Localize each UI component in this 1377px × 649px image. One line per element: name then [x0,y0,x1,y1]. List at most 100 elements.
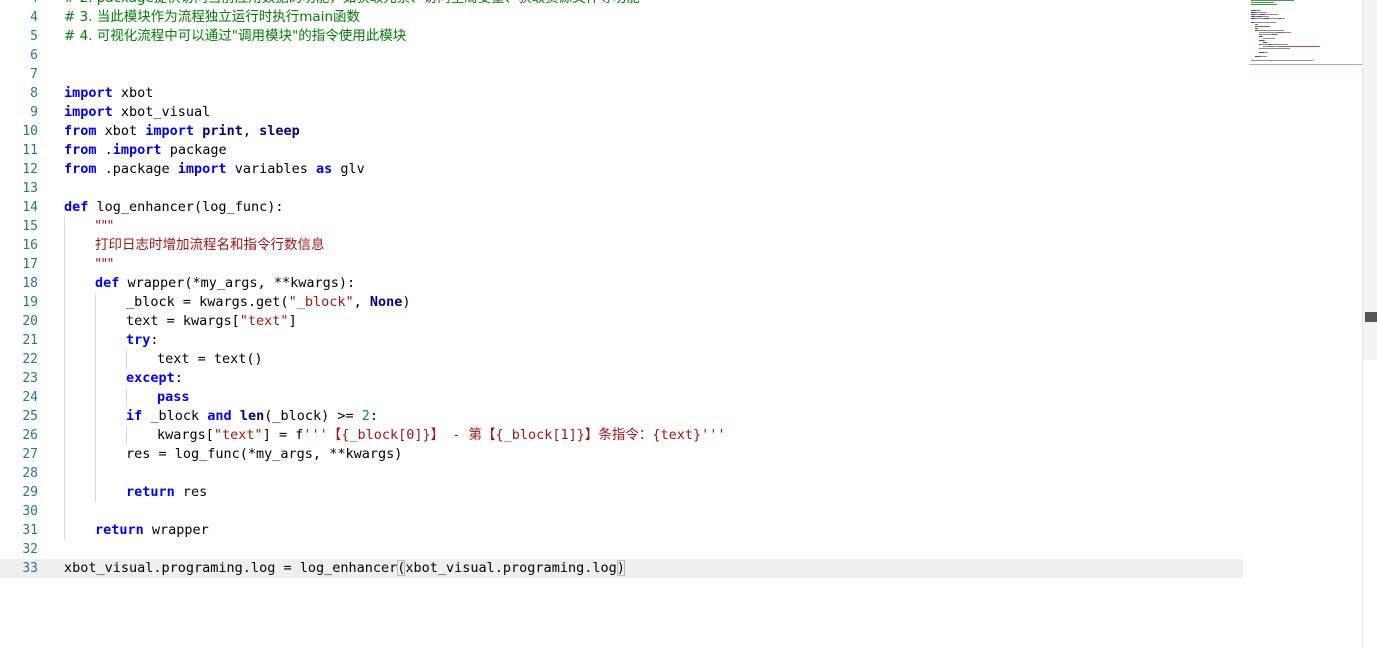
code-line[interactable]: 19 _block = kwargs.get("_block", None) [0,293,1243,312]
code-line[interactable]: 32 [0,540,1243,559]
line-code[interactable]: except: [64,369,183,388]
indent-guide [64,217,95,236]
code-token: try [126,332,151,348]
line-code[interactable] [64,502,95,521]
code-line[interactable]: 9 import xbot_visual [0,103,1243,122]
minimap[interactable] [1249,0,1362,66]
code-line[interactable]: 22 text = text() [0,350,1243,369]
line-code[interactable]: if _block and len(_block) >= 2: [64,407,378,426]
code-line[interactable]: 25 if _block and len(_block) >= 2: [0,407,1243,426]
minimap-stroke [1255,26,1270,27]
line-code[interactable]: from xbot import print, sleep [64,122,300,141]
minimap-stroke [1259,48,1290,49]
code-line[interactable]: 12 from .package import variables as glv [0,160,1243,179]
vertical-scrollbar[interactable] [1362,0,1377,649]
code-token: print [202,123,243,139]
code-line[interactable]: 4 # 3. 当此模块作为流程独立运行时执行main函数 [0,8,1243,27]
line-code[interactable]: pass [64,388,190,407]
line-code[interactable]: return wrapper [64,521,209,540]
code-line[interactable]: 14 def log_enhancer(log_func): [0,198,1243,217]
code-line[interactable]: 17 """ [0,255,1243,274]
minimap-viewport[interactable] [1249,64,1362,65]
code-line[interactable]: 20 text = kwargs["text"] [0,312,1243,331]
code-line[interactable]: 8 import xbot [0,84,1243,103]
minimap-stroke [1264,40,1265,41]
code-token: xbot_visual.programing.log = log_enhance… [64,560,398,576]
code-line[interactable]: 23 except: [0,369,1243,388]
indent-guide [95,445,126,464]
code-line[interactable]: 6 [0,46,1243,65]
line-code[interactable]: def wrapper(*my_args, **kwargs): [64,274,355,293]
code-token: as [315,161,333,177]
code-line[interactable]: 29 return res [0,483,1243,502]
line-number: 17 [22,257,38,272]
line-code[interactable]: text = kwargs["text"] [64,312,297,331]
code-token: "text" [213,427,263,443]
line-code[interactable]: """ [64,217,114,236]
code-line[interactable]: 24 pass [0,388,1243,407]
code-token: "text" [239,313,289,329]
line-code[interactable]: kwargs["text"] = f'''【{_block[0]}】 - 第【{… [64,426,726,445]
code-line[interactable]: 27 res = log_func(*my_args, **kwargs) [0,445,1243,464]
minimap-stroke [1262,36,1263,37]
line-number: 24 [22,390,38,405]
indent-guide [64,236,95,255]
code-editor[interactable]: 4 # 2. package提供访问当前应用数据的功能，如获取元素、访问全局变量、… [0,0,1362,649]
code-line[interactable]: 4 # 2. package提供访问当前应用数据的功能，如获取元素、访问全局变量、… [0,0,1243,8]
line-number: 21 [22,333,38,348]
line-number: 26 [22,428,38,443]
code-line[interactable]: 21 try: [0,331,1243,350]
code-line[interactable]: 11 from .import package [0,141,1243,160]
code-line[interactable]: 33 xbot_visual.programing.log = log_enhan… [0,559,1243,578]
code-token: "_block" [288,294,354,310]
line-code[interactable]: _block = kwargs.get("_block", None) [64,293,411,312]
line-code[interactable]: import xbot [64,84,153,103]
indent-guide [64,274,95,293]
minimap-stroke [1263,38,1275,39]
line-code[interactable]: xbot_visual.programing.log = log_enhance… [64,559,625,578]
indent-guide [64,293,95,312]
line-number: 22 [22,352,38,367]
minimap-stroke [1254,22,1276,23]
line-code[interactable]: """ [64,255,114,274]
code-token: ) [616,560,625,576]
line-code[interactable]: from .package import variables as glv [64,160,365,179]
line-code[interactable]: import xbot_visual [64,103,210,122]
line-code[interactable]: from .import package [64,141,227,160]
code-line[interactable]: 31 return wrapper [0,521,1243,540]
line-code[interactable]: def log_enhancer(log_func): [64,198,283,217]
line-code[interactable]: # 4. 可视化流程中可以通过"调用模块"的指令使用此模块 [64,27,406,46]
scrollbar-track[interactable] [1363,0,1377,360]
line-code[interactable]: res = log_func(*my_args, **kwargs) [64,445,402,464]
line-number: 25 [22,409,38,424]
indent-guide [64,350,95,369]
code-line[interactable]: 7 [0,65,1243,84]
line-number: 5 [30,29,38,44]
code-line[interactable]: 30 [0,502,1243,521]
code-line[interactable]: 16 打印日志时增加流程名和指令行数信息 [0,236,1243,255]
indent-guide [64,426,95,445]
line-code[interactable] [64,464,126,483]
code-line[interactable]: 10 from xbot import print, sleep [0,122,1243,141]
line-number: 30 [22,504,38,519]
scrollbar-thumb[interactable] [1365,312,1377,322]
line-code[interactable]: text = text() [64,350,263,369]
line-code[interactable]: # 2. package提供访问当前应用数据的功能，如获取元素、访问全局变量、获… [64,0,640,8]
line-code[interactable]: try: [64,331,159,350]
code-line[interactable]: 26 kwargs["text"] = f'''【{_block[0]}】 - 第… [0,426,1243,445]
line-number: 9 [30,105,38,120]
code-line[interactable]: 18 def wrapper(*my_args, **kwargs): [0,274,1243,293]
code-line[interactable]: 28 [0,464,1243,483]
code-line[interactable]: 15 """ [0,217,1243,236]
line-code[interactable]: return res [64,483,207,502]
code-line[interactable]: 5 # 4. 可视化流程中可以通过"调用模块"的指令使用此模块 [0,27,1243,46]
indent-guide [95,312,126,331]
code-token: return [95,522,144,538]
line-code[interactable]: 打印日志时增加流程名和指令行数信息 [64,236,325,255]
code-line[interactable]: 13 [0,179,1243,198]
minimap-stroke [1255,28,1258,29]
line-code[interactable]: # 3. 当此模块作为流程独立运行时执行main函数 [64,8,360,27]
indent-guide [126,350,157,369]
indent-guide [64,255,95,274]
